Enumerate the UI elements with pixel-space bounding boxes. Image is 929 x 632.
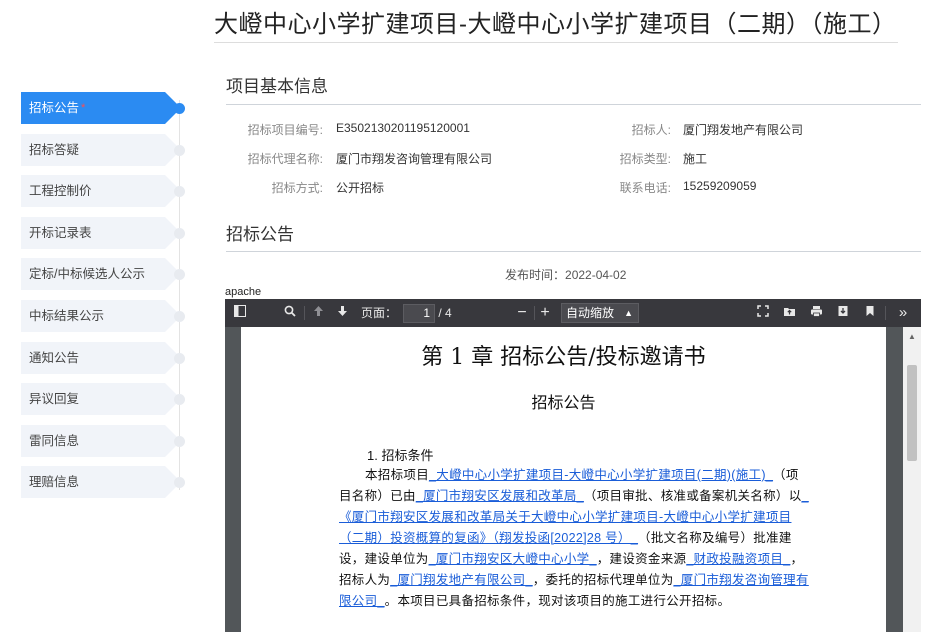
sidebar-item-label: 招标答疑 — [29, 143, 80, 157]
sidebar-item-label: 理赔信息 — [29, 475, 80, 489]
phone-label: 联系电话: — [619, 181, 671, 195]
sidebar-item-label: 定标/中标候选人公示 — [29, 267, 145, 281]
doc-text: （项目审批、核准或备案机关名称）以 — [583, 489, 802, 503]
tenderer-label: 招标人: — [631, 123, 671, 137]
page-number-input[interactable]: 1 — [403, 304, 435, 323]
sidebar-item-label: 中标结果公示 — [29, 309, 105, 323]
doc-section-heading: 1. 招标条件 — [367, 448, 434, 463]
doc-link-text[interactable]: _厦门市翔安区大嶝中心小学_ — [429, 552, 597, 566]
doc-link-text[interactable]: _厦门翔发地产有限公司_ — [390, 573, 533, 587]
doc-text: ，委托的招标代理单位为 — [532, 573, 674, 587]
publish-label: 发布时间： — [505, 268, 566, 282]
section-title-notice: 招标公告 — [226, 225, 294, 244]
zoom-out-button[interactable]: − — [515, 299, 529, 327]
sidebar-item-label: 招标公告 — [29, 101, 80, 115]
scroll-thumb[interactable] — [907, 365, 917, 461]
download-icon[interactable] — [836, 299, 850, 327]
pdf-page: 第 1 章 招标公告/投标邀请书 招标公告 1. 招标条件 本招标项目_大嶝中心… — [241, 327, 886, 632]
timeline-dot — [174, 228, 185, 239]
doc-link-text[interactable]: _财政投融资项目_ — [686, 552, 790, 566]
project-no-value: E3502130201195120001 — [336, 121, 470, 135]
open-file-icon[interactable] — [782, 299, 796, 327]
previous-page-icon[interactable] — [311, 299, 325, 327]
phone-value: 15259209059 — [683, 179, 757, 193]
doc-title: 第 1 章 招标公告/投标邀请书 — [421, 345, 706, 370]
doc-text: 。本项目已具备招标条件，现对该项目的施工进行公开招标。 — [384, 594, 731, 608]
section-divider-notice — [226, 251, 921, 252]
chevron-down-icon: ▲ — [624, 308, 633, 318]
sidebar-item[interactable]: 开标记录表 — [21, 217, 181, 249]
sidebar-item-label: 异议回复 — [29, 392, 80, 406]
zoom-value: 自动缩放 — [566, 306, 615, 320]
timeline-dot — [174, 103, 185, 114]
method-label: 招标方式: — [271, 181, 323, 195]
print-icon[interactable] — [809, 299, 823, 327]
sidebar-item-label: 通知公告 — [29, 351, 80, 365]
doc-text: ，建设资金来源 — [596, 552, 687, 566]
timeline-dot — [174, 436, 185, 447]
sidebar-item-label: 雷同信息 — [29, 434, 80, 448]
timeline-dot — [174, 311, 185, 322]
tenderer-value: 厦门翔发地产有限公司 — [683, 123, 804, 137]
scroll-up-icon[interactable]: ▲ — [908, 332, 916, 341]
more-tools-icon[interactable]: » — [895, 299, 911, 327]
page-label: 页面： — [360, 306, 397, 320]
sidebar-item[interactable]: 理赔信息 — [21, 466, 181, 498]
sidebar-item-label: 开标记录表 — [29, 226, 92, 240]
pdf-viewer[interactable]: apache 页面： 1 / 4 − + 自动缩放 ▲ » 第 1 章 招标公告… — [225, 285, 921, 632]
timeline-dot — [174, 186, 185, 197]
type-label: 招标类型: — [619, 152, 671, 166]
publish-date: 2022-04-02 — [565, 268, 627, 282]
timeline-dot — [174, 269, 185, 280]
page-title: 大嶝中心小学扩建项目-大嶝中心小学扩建项目（二期）（施工） — [214, 11, 897, 38]
sidebar-item[interactable]: 定标/中标候选人公示 — [21, 258, 181, 290]
search-icon[interactable] — [283, 299, 297, 327]
agency-label: 招标代理名称: — [247, 152, 323, 166]
agency-value: 厦门市翔发咨询管理有限公司 — [336, 152, 493, 166]
sidebar-item[interactable]: 中标结果公示 — [21, 300, 181, 332]
doc-subtitle: 招标公告 — [531, 395, 596, 412]
doc-link-text[interactable]: _厦门市翔安区发展和改革局_ — [416, 489, 584, 503]
server-label: apache — [225, 285, 921, 299]
next-page-icon[interactable] — [335, 299, 349, 327]
doc-text: 本招标项目 — [365, 468, 430, 482]
pdf-scrollbar[interactable]: ▲ — [903, 327, 921, 632]
sidebar-item[interactable]: 通知公告 — [21, 342, 181, 374]
page: 大嶝中心小学扩建项目-大嶝中心小学扩建项目（二期）（施工） 招标公告 * 招标答疑工… — [0, 0, 929, 632]
page-total: / 4 — [438, 306, 452, 320]
title-divider — [214, 42, 898, 43]
timeline-dot — [174, 394, 185, 405]
required-marker: * — [81, 102, 86, 114]
sidebar-item[interactable]: 异议回复 — [21, 383, 181, 415]
sidebar-item[interactable]: 雷同信息 — [21, 425, 181, 457]
sidebar-item[interactable]: 招标公告 * — [21, 92, 181, 124]
method-value: 公开招标 — [336, 181, 385, 195]
doc-body: 本招标项目_大嶝中心小学扩建项目-大嶝中心小学扩建项目(二期)(施工)_（项目名… — [339, 465, 809, 612]
pdf-toolbar: 页面： 1 / 4 − + 自动缩放 ▲ » — [225, 299, 921, 327]
sidebar-item-label: 工程控制价 — [29, 184, 92, 198]
presentation-mode-icon[interactable] — [756, 299, 770, 327]
section-divider-info — [226, 104, 921, 105]
project-no-label: 招标项目编号: — [247, 123, 323, 137]
bookmark-icon[interactable] — [863, 299, 877, 327]
timeline-dot — [174, 353, 185, 364]
publish-time: 发布时间：2022-04-02 — [505, 266, 626, 283]
sidebar-item[interactable]: 招标答疑 — [21, 134, 181, 166]
zoom-in-button[interactable]: + — [538, 299, 552, 327]
timeline-dot — [174, 477, 185, 488]
zoom-select[interactable]: 自动缩放 ▲ — [561, 303, 639, 323]
type-value: 施工 — [683, 152, 708, 166]
sidebar-toggle-icon[interactable] — [233, 299, 247, 327]
section-title-info: 项目基本信息 — [226, 77, 328, 96]
sidebar-item[interactable]: 工程控制价 — [21, 175, 181, 207]
timeline-dot — [174, 145, 185, 156]
doc-link-text[interactable]: _大嶝中心小学扩建项目-大嶝中心小学扩建项目(二期)(施工)_ — [429, 468, 773, 482]
